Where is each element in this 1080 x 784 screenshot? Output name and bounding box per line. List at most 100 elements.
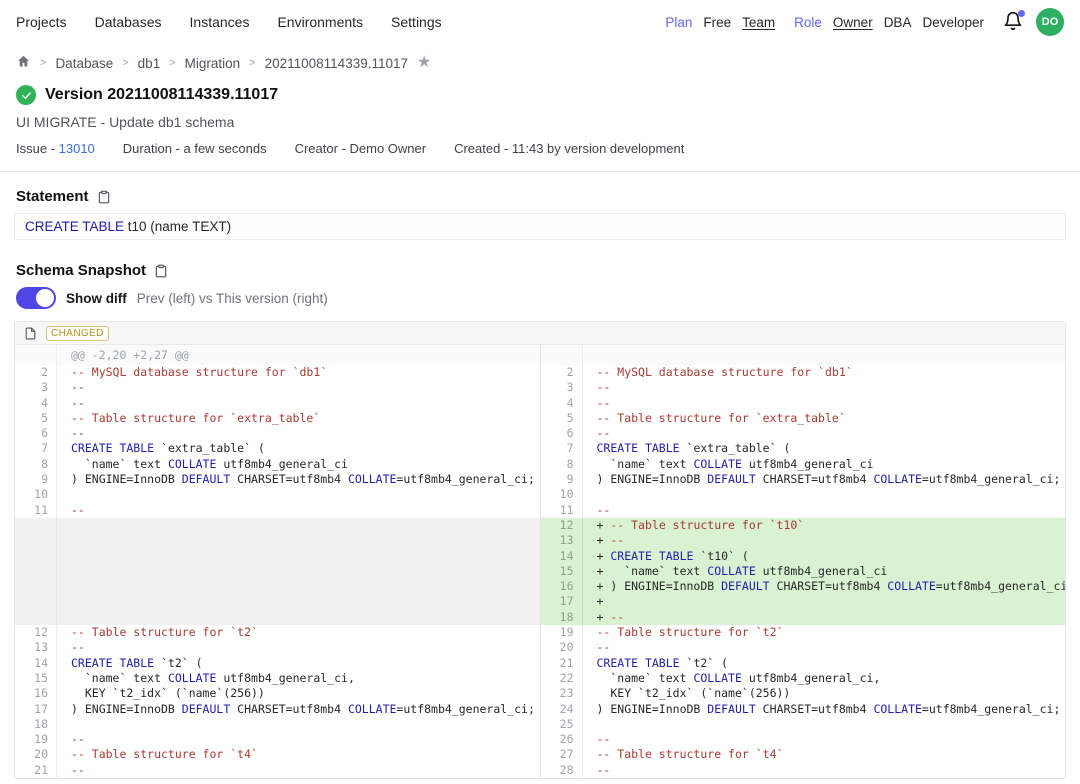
diff-row: 15+ `name` text COLLATE utf8mb4_general_… <box>15 564 1065 579</box>
diff-row: 11--11-- <box>15 503 1065 518</box>
toggle-knob <box>36 289 54 307</box>
statement-sql: CREATE TABLE t10 (name TEXT) <box>14 213 1066 240</box>
code-line-right: + <box>583 594 1066 609</box>
breadcrumb-db1[interactable]: db1 <box>138 56 161 71</box>
copy-statement-icon[interactable] <box>97 190 111 204</box>
nav-item-instances[interactable]: Instances <box>190 14 250 30</box>
code-segment: -- <box>597 380 611 394</box>
code-segment: `extra_table` ( <box>680 441 791 455</box>
code-segment: KEY `t2_idx` (`name`(256)) <box>597 686 791 700</box>
line-number-right: 13 <box>541 533 583 548</box>
role-option-dba[interactable]: DBA <box>884 15 912 30</box>
code-segment: `t10` ( <box>693 549 748 563</box>
code-line-left <box>57 594 541 609</box>
code-line-right: -- <box>583 732 1066 747</box>
spacer <box>0 779 1080 784</box>
code-segment: `name` text <box>597 671 694 685</box>
line-number-left: 16 <box>15 686 57 701</box>
copy-schema-icon[interactable] <box>154 264 168 278</box>
line-number-right: 12 <box>541 518 583 533</box>
code-segment: COLLATE <box>168 457 216 471</box>
show-diff-toggle[interactable] <box>16 287 56 309</box>
line-number-right: 11 <box>541 503 583 518</box>
code-line-left: KEY `t2_idx` (`name`(256)) <box>57 686 541 701</box>
nav-item-environments[interactable]: Environments <box>277 14 363 30</box>
line-number-right: 27 <box>541 747 583 762</box>
code-line-left: `name` text COLLATE utf8mb4_general_ci <box>57 457 541 472</box>
line-number-left <box>15 610 57 625</box>
code-segment: CREATE TABLE <box>597 441 680 455</box>
diff-hint: Prev (left) vs This version (right) <box>137 291 328 306</box>
line-number-left <box>15 345 57 365</box>
code-line-right <box>583 345 1066 365</box>
code-segment: COLLATE <box>348 702 396 716</box>
code-segment: CHARSET=utf8mb4 <box>230 702 348 716</box>
plan-option-free[interactable]: Free <box>703 15 731 30</box>
code-segment: `name` text <box>71 457 168 471</box>
nav-item-projects[interactable]: Projects <box>16 14 67 30</box>
role-option-owner[interactable]: Owner <box>833 15 873 30</box>
breadcrumb-chevron-icon: > <box>122 57 128 69</box>
code-segment: COLLATE <box>707 564 755 578</box>
code-segment: -- <box>597 640 611 654</box>
breadcrumb-migration[interactable]: Migration <box>185 56 241 71</box>
line-number-right: 28 <box>541 763 583 778</box>
favorite-star-icon[interactable]: ★ <box>417 55 431 71</box>
code-segment: -- Table structure for `t10` <box>610 518 804 532</box>
version-meta: Issue - 13010 Duration - a few seconds C… <box>16 141 1064 156</box>
code-segment: -- Table structure for `extra_table` <box>597 411 846 425</box>
code-segment: -- <box>610 533 624 547</box>
line-number-right: 3 <box>541 380 583 395</box>
line-number-right: 8 <box>541 457 583 472</box>
diff-row: 17+ <box>15 594 1065 609</box>
code-line-right: + -- <box>583 533 1066 548</box>
status-badge: CHANGED <box>46 326 109 341</box>
role-option-developer[interactable]: Developer <box>922 15 984 30</box>
code-line-right: `name` text COLLATE utf8mb4_general_ci, <box>583 671 1066 686</box>
code-segment: -- Table structure for `t2` <box>71 625 258 639</box>
line-number-right: 19 <box>541 625 583 640</box>
line-number-left: 10 <box>15 487 57 502</box>
code-line-right: + -- <box>583 610 1066 625</box>
line-number-left: 9 <box>15 472 57 487</box>
nav-item-databases[interactable]: Databases <box>95 14 162 30</box>
notification-bell-icon[interactable] <box>1003 11 1025 33</box>
line-number-right: 17 <box>541 594 583 609</box>
line-number-left: 11 <box>15 503 57 518</box>
breadcrumb-version[interactable]: 20211008114339.11017 <box>265 56 408 71</box>
code-line-right: + CREATE TABLE `t10` ( <box>583 549 1066 564</box>
home-icon[interactable] <box>16 54 31 72</box>
diff-row: 16+ ) ENGINE=InnoDB DEFAULT CHARSET=utf8… <box>15 579 1065 594</box>
line-number-right: 7 <box>541 441 583 456</box>
code-line-right: CREATE TABLE `extra_table` ( <box>583 441 1066 456</box>
nav-item-settings[interactable]: Settings <box>391 14 442 30</box>
diff-body: @@ -2,20 +2,27 @@ 2-- MySQL database str… <box>15 345 1065 778</box>
code-segment: -- Table structure for `t4` <box>71 747 258 761</box>
code-line-left: -- Table structure for `extra_table` <box>57 411 541 426</box>
line-number-right <box>541 345 583 365</box>
breadcrumb-chevron-icon: > <box>249 57 255 69</box>
line-number-right: 21 <box>541 656 583 671</box>
code-segment: COLLATE <box>873 702 921 716</box>
code-line-right: -- <box>583 396 1066 411</box>
line-number-left <box>15 594 57 609</box>
line-number-right: 18 <box>541 610 583 625</box>
page-title: Version 20211008114339.11017 <box>45 86 278 104</box>
code-line-left: -- <box>57 503 541 518</box>
success-check-icon <box>16 85 36 105</box>
code-segment: DEFAULT <box>182 702 230 716</box>
issue-label: Issue - <box>16 141 55 156</box>
breadcrumb-database[interactable]: Database <box>55 56 113 71</box>
code-segment: =utf8mb4_general_ci; <box>922 702 1060 716</box>
issue-link[interactable]: 13010 <box>59 141 95 156</box>
diff-row: 14CREATE TABLE `t2` (21CREATE TABLE `t2`… <box>15 656 1065 671</box>
code-line-right: -- <box>583 426 1066 441</box>
statement-heading: Statement <box>16 188 89 205</box>
diff-hunk-row: @@ -2,20 +2,27 @@ <box>15 345 1065 365</box>
code-line-right: -- Table structure for `extra_table` <box>583 411 1066 426</box>
avatar[interactable]: DO <box>1036 8 1064 36</box>
plan-option-team[interactable]: Team <box>742 15 775 30</box>
code-segment: `t2` ( <box>680 656 728 670</box>
code-segment: -- <box>597 426 611 440</box>
code-line-right: `name` text COLLATE utf8mb4_general_ci <box>583 457 1066 472</box>
